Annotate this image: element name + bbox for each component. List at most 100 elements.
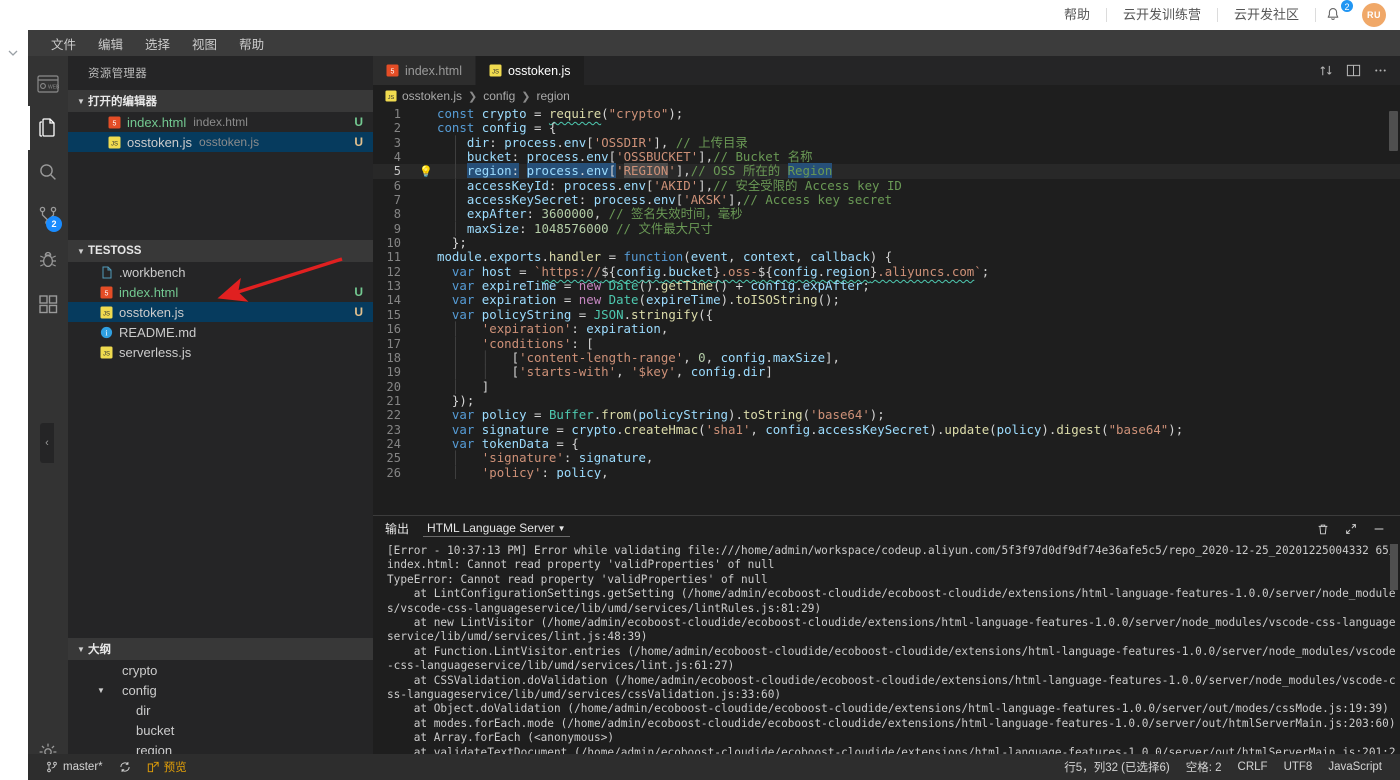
more-actions-icon[interactable] — [1373, 63, 1388, 78]
panel-header: 输出 HTML Language Server ▼ — [373, 516, 1400, 542]
panel-tab-output[interactable]: 输出 — [385, 520, 409, 539]
status-bar: master* 预览 行5，列32 (已选择6) 空格: 2 CRLF UTF8… — [28, 754, 1400, 780]
activity-extensions[interactable] — [28, 282, 68, 326]
menu-view[interactable]: 视图 — [181, 31, 228, 56]
bell-icon — [1327, 8, 1339, 21]
source-control-badge: 2 — [46, 216, 62, 232]
menu-help[interactable]: 帮助 — [228, 31, 275, 56]
code-line: 17 │ 'conditions': [ — [386, 335, 594, 351]
panel-scrollbar[interactable] — [1389, 542, 1399, 756]
section-open-editors[interactable]: ▼ 打开的编辑器 — [68, 90, 373, 112]
menu-file[interactable]: 文件 — [40, 31, 87, 56]
git-status-badge: U — [354, 285, 363, 299]
open-editor-osstoken-js[interactable]: JS osstoken.js osstoken.js U — [68, 132, 373, 152]
svg-text:WEB: WEB — [48, 85, 59, 91]
editor-group: 5 index.html JS osstoken.js JS osstoken.… — [373, 56, 1400, 780]
file-row-workbench[interactable]: .workbench — [68, 262, 373, 282]
outline-item-config[interactable]: ▼ config — [68, 680, 373, 700]
open-editor-path: osstoken.js — [199, 135, 260, 149]
menu-selection[interactable]: 选择 — [134, 31, 181, 56]
chevron-right-icon: ❯ — [521, 90, 531, 103]
status-language-mode[interactable]: JavaScript — [1320, 754, 1390, 780]
outline-item-crypto[interactable]: crypto — [68, 660, 373, 680]
panel-output-text[interactable]: [Error - 10:37:13 PM] Error while valida… — [373, 542, 1400, 756]
search-icon — [40, 164, 56, 180]
status-sync[interactable] — [111, 754, 139, 780]
plain-file-icon — [98, 265, 114, 279]
avatar[interactable]: RU — [1362, 3, 1386, 27]
js-file-icon: JS — [106, 135, 122, 149]
code-line: 20 │ ] — [386, 378, 490, 394]
explorer-icon — [39, 118, 55, 137]
breadcrumb-symbol-config[interactable]: config — [483, 89, 515, 103]
git-status-badge: U — [354, 135, 363, 149]
html-file-icon: 5 — [98, 285, 114, 299]
activity-explorer[interactable] — [28, 106, 68, 150]
svg-text:JS: JS — [388, 95, 395, 101]
activity-logo[interactable]: WEB — [28, 62, 68, 106]
notifications-button[interactable]: 2 — [1316, 0, 1354, 30]
code-line: 16 │ 'expiration': expiration, — [386, 321, 669, 337]
preview-icon — [147, 761, 159, 773]
maximize-panel-icon[interactable] — [1344, 522, 1358, 536]
code-line: 3 │ dir: process.env['OSSDIR'], // 上传目录 — [393, 134, 748, 150]
status-encoding[interactable]: UTF8 — [1276, 754, 1321, 780]
split-compare-icon[interactable] — [1319, 63, 1334, 78]
git-branch-icon — [47, 761, 57, 773]
breadcrumb: JS osstoken.js ❯ config ❯ region — [373, 85, 1400, 107]
topbar-link-help[interactable]: 帮助 — [1048, 0, 1106, 30]
tab-osstoken-js[interactable]: JS osstoken.js — [475, 56, 585, 85]
activity-debug[interactable] — [28, 238, 68, 282]
code-line: 23 var signature = crypto.createHmac('sh… — [386, 421, 1184, 437]
open-editor-index-html[interactable]: 5 index.html index.html U — [68, 112, 373, 132]
topbar-link-community[interactable]: 云开发社区 — [1218, 0, 1315, 30]
menu-edit[interactable]: 编辑 — [87, 31, 134, 56]
code-line: 13 var expireTime = new Date().getTime()… — [386, 278, 870, 294]
activity-source-control[interactable]: 2 — [28, 194, 68, 238]
sidebar: 资源管理器 ▼ 打开的编辑器 5 index.html index.html U — [40, 56, 373, 780]
file-row-serverless-js[interactable]: JS serverless.js — [68, 342, 373, 362]
section-outline[interactable]: ▼ 大纲 — [68, 638, 373, 660]
collapse-chevron-icon[interactable] — [6, 46, 22, 62]
chevron-down-icon: ▼ — [77, 644, 85, 654]
svg-text:5: 5 — [112, 120, 116, 127]
editor-scrollbar[interactable] — [1386, 107, 1400, 479]
debug-icon — [40, 251, 56, 268]
outline-item-bucket[interactable]: bucket — [68, 720, 373, 740]
code-line: 18 │ │ ['content-length-range', 0, confi… — [386, 349, 840, 365]
panel-channel-label: HTML Language Server — [427, 521, 555, 535]
code-editor[interactable]: 1 const crypto = require("crypto"); 2 cons… — [373, 107, 1400, 479]
tab-index-html[interactable]: 5 index.html — [373, 56, 476, 85]
topbar-link-training-camp[interactable]: 云开发训练营 — [1107, 0, 1217, 30]
close-panel-icon[interactable] — [1372, 522, 1386, 536]
status-preview[interactable]: 预览 — [139, 754, 195, 780]
breadcrumb-file[interactable]: JS osstoken.js — [385, 89, 462, 103]
code-line: 21 }); — [386, 392, 475, 408]
code-line: 12 var host = `https://${config.bucket}.… — [386, 263, 990, 279]
menu-bar: 文件 编辑 选择 视图 帮助 — [28, 30, 1400, 56]
split-editor-icon[interactable] — [1346, 63, 1361, 78]
status-branch[interactable]: master* — [38, 754, 111, 780]
file-row-readme-md[interactable]: i README.md — [68, 322, 373, 342]
svg-text:5: 5 — [104, 290, 108, 297]
scrollbar-thumb[interactable] — [1389, 111, 1398, 151]
clear-output-icon[interactable] — [1316, 522, 1330, 536]
panel-channel-select[interactable]: HTML Language Server ▼ — [423, 521, 570, 537]
editor-actions — [1307, 56, 1400, 85]
status-eol[interactable]: CRLF — [1230, 754, 1276, 780]
code-line: 1 const crypto = require("crypto"); — [393, 107, 684, 121]
file-row-index-html[interactable]: 5 index.html U — [68, 282, 373, 302]
status-indentation[interactable]: 空格: 2 — [1178, 754, 1230, 780]
scrollbar-thumb[interactable] — [1390, 544, 1398, 590]
editor-tabs: 5 index.html JS osstoken.js — [373, 56, 1400, 85]
sidebar-collapse-handle[interactable]: ‹ — [40, 423, 54, 463]
section-project-testoss[interactable]: ▼ TESTOSS — [68, 240, 373, 262]
code-line: 10 }; — [386, 235, 467, 251]
lightbulb-icon[interactable]: 💡 — [419, 165, 433, 178]
status-preview-label: 预览 — [163, 762, 187, 774]
activity-search[interactable] — [28, 150, 68, 194]
outline-item-dir[interactable]: dir — [68, 700, 373, 720]
breadcrumb-symbol-region[interactable]: region — [537, 89, 570, 103]
status-cursor-position[interactable]: 行5，列32 (已选择6) — [1056, 754, 1177, 780]
file-row-osstoken-js[interactable]: JS osstoken.js U — [68, 302, 373, 322]
